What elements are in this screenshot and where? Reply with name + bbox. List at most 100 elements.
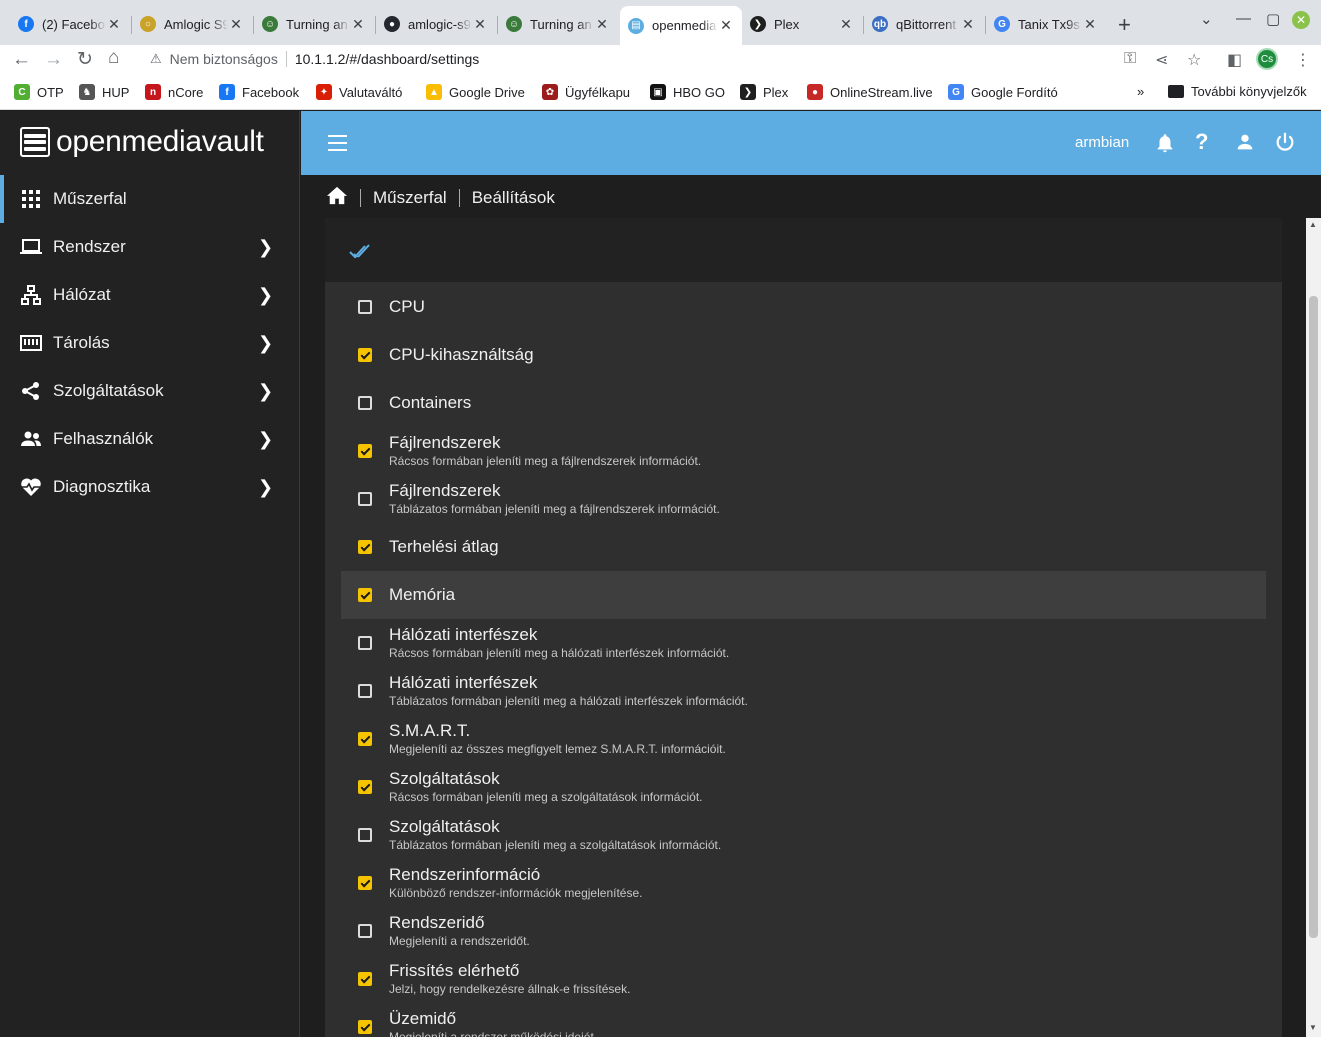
widget-toggle-row[interactable]: Frissítés elérhető Jelzi, hogy rendelkezé…: [341, 955, 1266, 1003]
close-tab-icon[interactable]: ✕: [594, 16, 610, 33]
browser-tab[interactable]: f (2) Facebook✕: [10, 8, 130, 40]
widget-checkbox[interactable]: [358, 492, 372, 506]
bookmark-item[interactable]: G Google Fordító: [948, 84, 1058, 100]
menu-toggle-icon[interactable]: [328, 135, 347, 151]
home-icon[interactable]: ⌂: [108, 47, 119, 69]
sidebar-item[interactable]: Tárolás ❯: [0, 319, 300, 367]
help-icon[interactable]: ?: [1195, 129, 1208, 155]
widget-toggle-row[interactable]: Hálózati interfészek Rácsos formában jele…: [341, 619, 1266, 667]
bookmark-item[interactable]: ✿ Ügyfélkapu: [542, 84, 630, 100]
widget-toggle-row[interactable]: Containers: [341, 379, 1266, 427]
back-icon[interactable]: ←: [12, 49, 31, 71]
close-tab-icon[interactable]: ✕: [1082, 16, 1098, 33]
home-icon[interactable]: [326, 185, 348, 210]
url-text[interactable]: 10.1.1.2/#/dashboard/settings: [295, 51, 479, 67]
close-window-icon[interactable]: ✕: [1292, 11, 1310, 29]
widget-checkbox[interactable]: [358, 828, 372, 842]
browser-tab[interactable]: ▤ openmediavault✕: [620, 6, 742, 45]
widget-checkbox[interactable]: [358, 780, 372, 794]
close-tab-icon[interactable]: ✕: [960, 16, 976, 33]
widget-checkbox[interactable]: [358, 732, 372, 746]
widget-checkbox[interactable]: [358, 636, 372, 650]
widget-toggle-row[interactable]: Rendszeridő Megjeleníti a rendszeridőt.: [341, 907, 1266, 955]
widget-toggle-row[interactable]: Rendszerinformáció Különböző rendszer-inf…: [341, 859, 1266, 907]
password-key-icon[interactable]: ⚿: [1124, 50, 1136, 68]
share-page-icon[interactable]: ⋖: [1155, 50, 1168, 70]
bookmark-item[interactable]: C OTP: [14, 84, 64, 100]
sidebar-item[interactable]: Hálózat ❯: [0, 271, 300, 319]
close-tab-icon[interactable]: ✕: [718, 17, 734, 34]
widget-checkbox[interactable]: [358, 348, 372, 362]
bookmark-item[interactable]: n nCore: [145, 84, 203, 100]
check-all-icon[interactable]: [349, 242, 375, 265]
scrollbar-thumb[interactable]: [1309, 296, 1318, 938]
browser-menu-icon[interactable]: ⋮: [1295, 50, 1311, 70]
bookmark-item[interactable]: ▲ Google Drive: [426, 84, 525, 100]
close-tab-icon[interactable]: ✕: [472, 16, 488, 33]
sidebar-item[interactable]: Szolgáltatások ❯: [0, 367, 300, 415]
more-bookmarks-button[interactable]: »: [1137, 84, 1144, 99]
widget-toggle-row[interactable]: Memória: [341, 571, 1266, 619]
sidebar-item[interactable]: Diagnosztika ❯: [0, 463, 300, 511]
side-panel-icon[interactable]: ◧: [1227, 50, 1242, 70]
address-bar[interactable]: ⚠ Nem biztonságos 10.1.1.2/#/dashboard/s…: [140, 46, 1220, 72]
bookmark-item[interactable]: f Facebook: [219, 84, 299, 100]
scrollbar[interactable]: ▲ ▼: [1306, 218, 1321, 1037]
widget-checkbox[interactable]: [358, 876, 372, 890]
bookmark-item[interactable]: ● OnlineStream.live: [807, 84, 933, 100]
widget-toggle-row[interactable]: Terhelési átlag: [341, 523, 1266, 571]
close-tab-icon[interactable]: ✕: [106, 16, 122, 33]
scroll-up-icon[interactable]: ▲: [1309, 220, 1317, 229]
widget-checkbox[interactable]: [358, 444, 372, 458]
bookmark-item[interactable]: ♞ HUP: [79, 84, 129, 100]
other-bookmarks-folder[interactable]: További könyvjelzők: [1168, 84, 1307, 99]
widget-checkbox[interactable]: [358, 924, 372, 938]
widget-toggle-row[interactable]: Hálózati interfészek Táblázatos formában …: [341, 667, 1266, 715]
bookmark-item[interactable]: ▣ HBO GO: [650, 84, 725, 100]
forward-icon[interactable]: →: [44, 49, 63, 71]
browser-tab[interactable]: qb qBittorrent ✕: [864, 8, 984, 40]
not-secure-warning-icon[interactable]: ⚠: [150, 51, 162, 67]
sidebar-item[interactable]: Felhasználók ❯: [0, 415, 300, 463]
widget-toggle-row[interactable]: Üzemidő Megjeleníti a rendszer működési i…: [341, 1003, 1266, 1037]
browser-tab[interactable]: G Tanix Tx9s ✕: [986, 8, 1106, 40]
bookmark-item[interactable]: ✦ Valutaváltó: [316, 84, 402, 100]
widget-checkbox[interactable]: [358, 588, 372, 602]
widget-toggle-row[interactable]: CPU: [341, 283, 1266, 331]
widget-toggle-row[interactable]: Fájlrendszerek Táblázatos formában jelení…: [341, 475, 1266, 523]
widget-checkbox[interactable]: [358, 540, 372, 554]
minimize-icon[interactable]: —: [1236, 10, 1251, 27]
close-tab-icon[interactable]: ✕: [838, 16, 854, 33]
maximize-icon[interactable]: ▢: [1266, 10, 1280, 28]
scroll-down-icon[interactable]: ▼: [1309, 1023, 1317, 1032]
widget-toggle-row[interactable]: Szolgáltatások Rácsos formában jeleníti m…: [341, 763, 1266, 811]
widget-checkbox[interactable]: [358, 300, 372, 314]
tab-search-icon[interactable]: ⌄: [1200, 10, 1213, 28]
widget-toggle-row[interactable]: S.M.A.R.T. Megjeleníti az összes megfigye…: [341, 715, 1266, 763]
brand-logo[interactable]: openmediavault: [20, 125, 264, 159]
notifications-bell-icon[interactable]: [1154, 131, 1176, 160]
new-tab-button[interactable]: +: [1118, 12, 1131, 38]
breadcrumb-dashboard[interactable]: Műszerfal: [373, 188, 447, 208]
widget-checkbox[interactable]: [358, 1020, 372, 1034]
sidebar-item[interactable]: Rendszer ❯: [0, 223, 300, 271]
bookmark-item[interactable]: ❯ Plex: [740, 84, 788, 100]
power-icon[interactable]: [1274, 131, 1296, 158]
widget-toggle-row[interactable]: Szolgáltatások Táblázatos formában jelení…: [341, 811, 1266, 859]
widget-checkbox[interactable]: [358, 972, 372, 986]
user-profile-icon[interactable]: [1234, 131, 1256, 158]
bookmark-star-icon[interactable]: ☆: [1187, 50, 1201, 70]
reload-icon[interactable]: ↻: [77, 48, 93, 71]
browser-tab[interactable]: ❯ Plex ✕: [742, 8, 862, 40]
browser-tab[interactable]: ☺ Turning an Android✕: [498, 8, 618, 40]
profile-avatar[interactable]: Cs: [1256, 48, 1278, 70]
sidebar-item[interactable]: Műszerfal: [0, 175, 300, 223]
close-tab-icon[interactable]: ✕: [350, 16, 366, 33]
widget-toggle-row[interactable]: CPU-kihasználtság: [341, 331, 1266, 379]
browser-tab[interactable]: ○ Amlogic S905✕: [132, 8, 252, 40]
widget-checkbox[interactable]: [358, 684, 372, 698]
browser-tab[interactable]: ● amlogic-s9xxx✕: [376, 8, 496, 40]
close-tab-icon[interactable]: ✕: [228, 16, 244, 33]
widget-toggle-row[interactable]: Fájlrendszerek Rácsos formában jeleníti m…: [341, 427, 1266, 475]
widget-checkbox[interactable]: [358, 396, 372, 410]
